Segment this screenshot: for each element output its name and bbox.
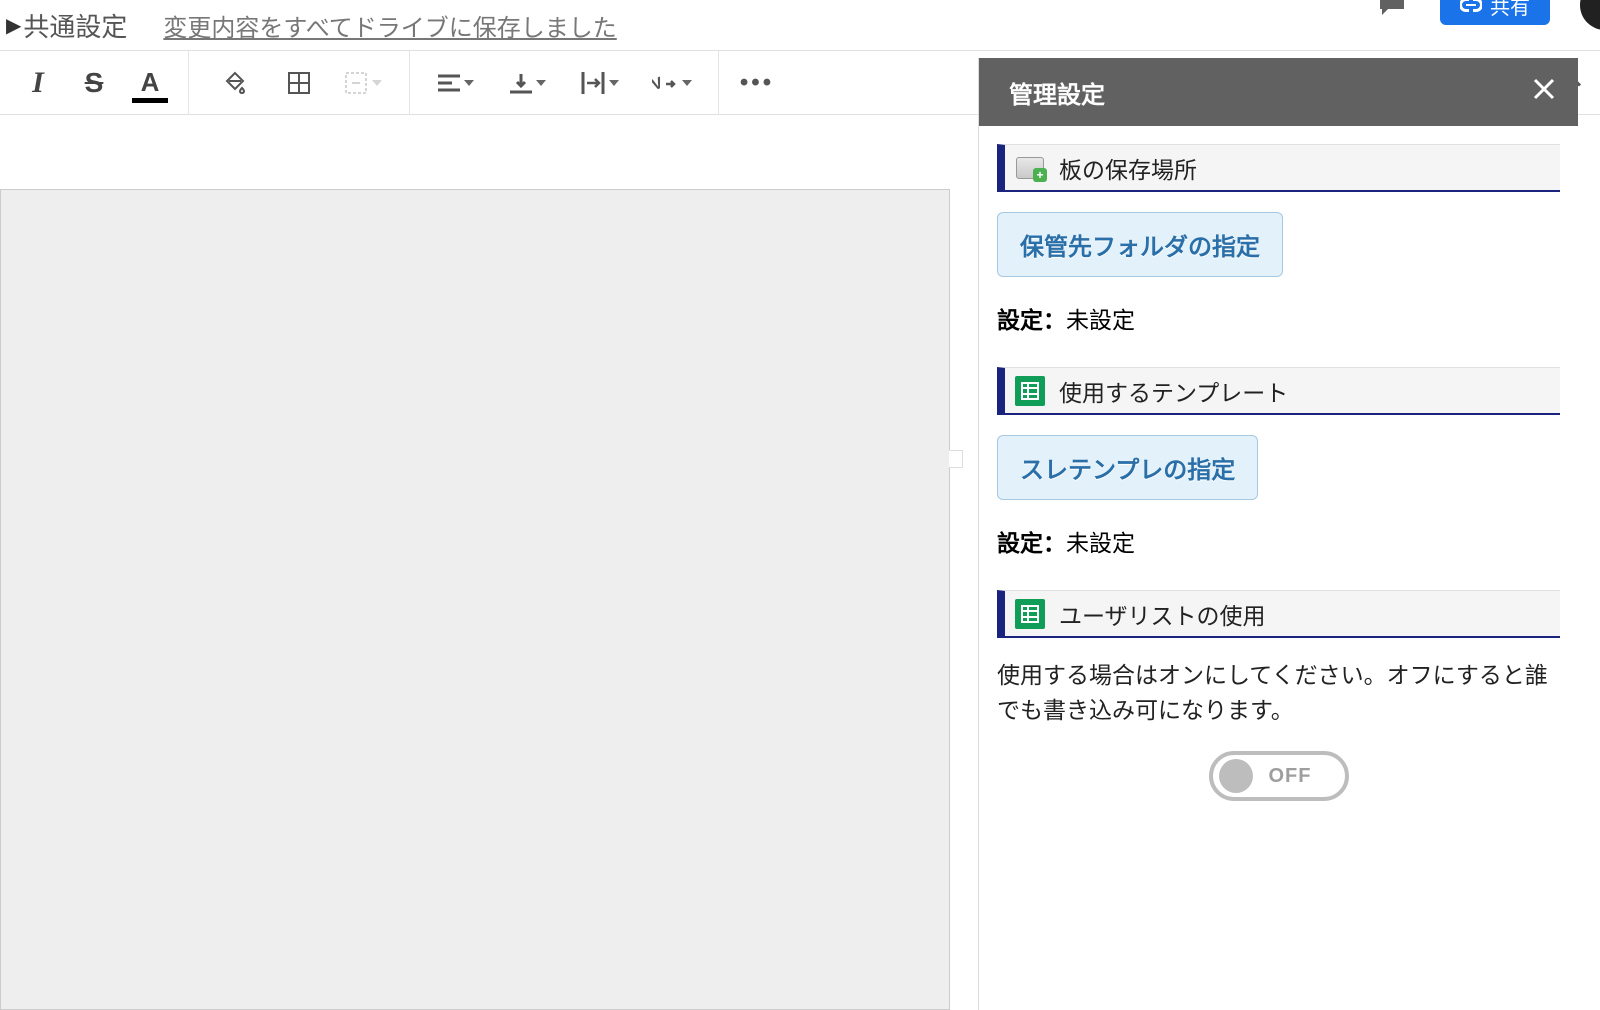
section-title: 板の保存場所 <box>1059 151 1197 185</box>
status-value: 未設定 <box>1066 530 1135 556</box>
close-icon <box>1532 77 1556 101</box>
text-color-letter: A <box>141 67 160 98</box>
play-icon: ▶ <box>6 13 21 38</box>
section-title: ユーザリストの使用 <box>1059 597 1266 631</box>
document-header: ▶ 共通設定 変更内容をすべてドライブに保存しました 共有 <box>0 0 1600 50</box>
share-button[interactable]: 共有 <box>1440 0 1550 25</box>
chevron-down-icon <box>609 80 619 86</box>
save-status[interactable]: 変更内容をすべてドライブに保存しました <box>163 8 616 43</box>
template-status: 設定：未設定 <box>997 524 1560 558</box>
status-label: 設定： <box>997 530 1066 556</box>
document-area[interactable] <box>0 115 975 1010</box>
set-storage-folder-button[interactable]: 保管先フォルダの指定 <box>997 212 1283 277</box>
chevron-down-icon <box>372 80 382 86</box>
storage-folder-status: 設定：未設定 <box>997 301 1560 335</box>
insert-table-button[interactable] <box>277 61 321 105</box>
section-user-list: ユーザリストの使用 <box>997 590 1560 638</box>
text-wrap-button[interactable] <box>570 61 630 105</box>
toggle-state-label: OFF <box>1269 765 1312 788</box>
close-sidebar-button[interactable] <box>1532 75 1556 109</box>
document-page[interactable] <box>0 189 950 1010</box>
spreadsheet-icon <box>1015 599 1045 629</box>
status-value: 未設定 <box>1066 307 1135 333</box>
align-button[interactable] <box>426 61 486 105</box>
text-color-button[interactable]: A <box>128 61 172 105</box>
text-rotation-button[interactable]: V <box>642 61 702 105</box>
strikethrough-button[interactable]: S <box>72 61 116 105</box>
sidebar-body: 板の保存場所 保管先フォルダの指定 設定：未設定 使用するテンプレート スレテン… <box>979 126 1578 819</box>
user-list-help-text: 使用する場合はオンにしてください。オフにすると誰でも書き込み可になります。 <box>997 658 1560 727</box>
chevron-down-icon <box>682 80 692 86</box>
header-right: 共有 <box>1378 0 1600 30</box>
section-board-location: 板の保存場所 <box>997 144 1560 192</box>
comment-icon[interactable] <box>1378 0 1410 19</box>
chevron-down-icon <box>536 80 546 86</box>
section-template: 使用するテンプレート <box>997 367 1560 415</box>
document-title[interactable]: 共通設定 <box>23 7 127 44</box>
svg-text:V: V <box>652 74 666 93</box>
folder-add-icon <box>1015 153 1045 183</box>
toggle-knob <box>1219 759 1253 793</box>
sidebar-header: 管理設定 <box>979 58 1578 126</box>
merge-cells-button[interactable] <box>333 61 393 105</box>
status-label: 設定： <box>997 307 1066 333</box>
section-title: 使用するテンプレート <box>1059 374 1288 408</box>
share-button-label: 共有 <box>1490 0 1530 20</box>
document-title-area[interactable]: ▶ 共通設定 <box>0 7 127 44</box>
chevron-down-icon <box>464 80 474 86</box>
set-thread-template-button[interactable]: スレテンプレの指定 <box>997 435 1258 500</box>
more-button[interactable]: ••• <box>735 61 779 105</box>
vertical-align-button[interactable] <box>498 61 558 105</box>
text-color-swatch <box>132 98 168 103</box>
link-icon <box>1460 0 1482 12</box>
fill-color-button[interactable] <box>205 61 265 105</box>
avatar[interactable] <box>1580 0 1600 30</box>
italic-button[interactable]: I <box>16 61 60 105</box>
sidebar-title: 管理設定 <box>1009 75 1105 110</box>
user-list-toggle[interactable]: OFF <box>1209 751 1349 801</box>
spreadsheet-icon <box>1015 376 1045 406</box>
settings-sidebar: 管理設定 板の保存場所 保管先フォルダの指定 設定：未設定 使用するテンプレート… <box>978 58 1578 1010</box>
page-handle[interactable] <box>949 450 963 468</box>
